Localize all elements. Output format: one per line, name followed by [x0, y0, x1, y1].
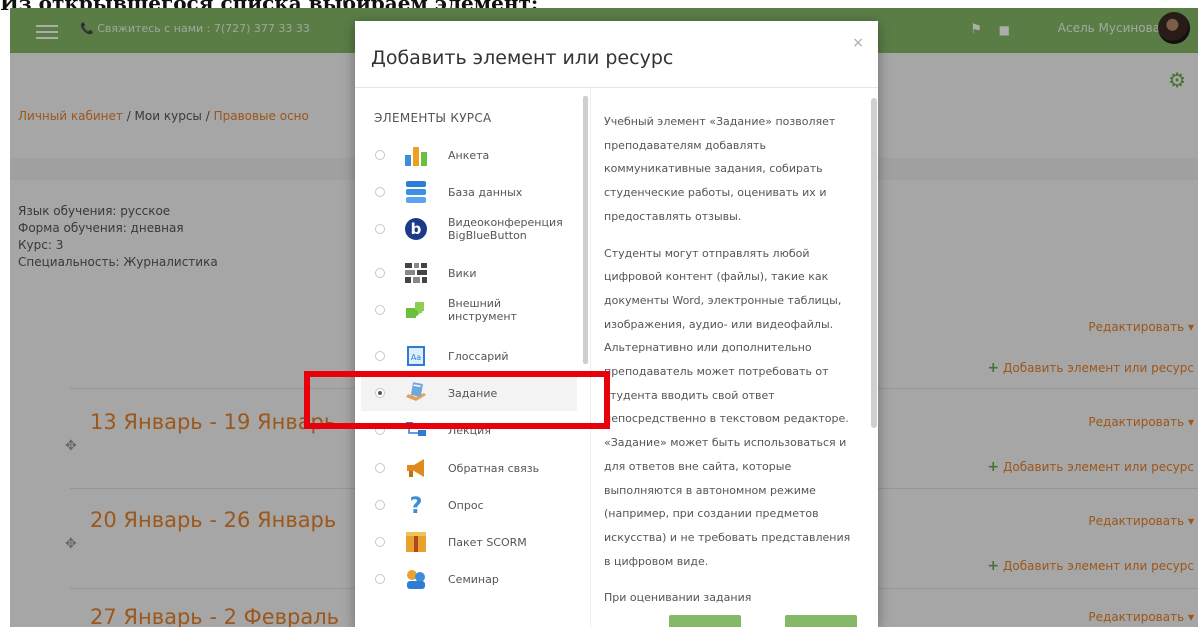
activity-item-scorm[interactable]: Пакет SCORM [361, 526, 577, 560]
browser-screenshot: 📞 Свяжитесь с нами : 7(727) 377 33 33 ⚑ … [10, 8, 1198, 627]
activity-label-line1: Видеоконференция [448, 216, 563, 229]
activity-item-database[interactable]: База данных [361, 176, 577, 210]
activity-label: Видеоконференция BigBlueButton [448, 216, 563, 242]
description-paragraph: Студенты могут отправлять любой цифровой… [604, 246, 851, 568]
description-paragraph: Учебный элемент «Задание» позволяет преп… [604, 115, 836, 223]
bigbluebutton-icon: b [405, 218, 427, 240]
activity-label-line2: BigBlueButton [448, 229, 527, 242]
question-icon: ? [410, 494, 423, 517]
activity-radio[interactable] [375, 463, 385, 473]
glossary-icon: Aa [407, 346, 425, 366]
activity-label: Семинар [448, 573, 499, 586]
description-text: Учебный элемент «Задание» позволяет преп… [604, 110, 854, 623]
activity-radio[interactable] [375, 537, 385, 547]
activity-label-line2: инструмент [448, 310, 517, 323]
close-icon[interactable]: × [852, 35, 864, 51]
wiki-icon [405, 263, 427, 283]
description-scrollbar[interactable] [871, 98, 877, 428]
svg-text:?: ? [410, 494, 423, 517]
activity-radio[interactable] [375, 187, 385, 197]
activity-label: Вики [448, 267, 477, 280]
activity-label: Опрос [448, 499, 484, 512]
add-activity-dialog: Добавить элемент или ресурс × ЭЛЕМЕНТЫ К… [355, 21, 878, 627]
activity-radio[interactable] [375, 224, 385, 234]
megaphone-icon [407, 459, 424, 477]
activity-label-line1: Внешний [448, 297, 502, 310]
workshop-icon [407, 570, 425, 589]
activity-label: Анкета [448, 149, 490, 162]
svg-text:b: b [411, 220, 422, 238]
database-icon [406, 181, 426, 203]
svg-text:Aa: Aa [411, 353, 421, 362]
activity-radio[interactable] [375, 305, 385, 315]
cancel-button[interactable] [785, 615, 857, 627]
activity-item-external-tool[interactable]: Внешний инструмент [361, 294, 577, 328]
activity-item-feedback[interactable]: Обратная связь [361, 452, 577, 486]
activity-item-bigbluebutton[interactable]: b Видеоконференция BigBlueButton [361, 213, 577, 247]
activity-list-scrollbar[interactable] [583, 96, 588, 364]
activity-radio[interactable] [375, 574, 385, 584]
activity-item-choice[interactable]: ? Опрос [361, 489, 577, 523]
add-button[interactable] [669, 615, 741, 627]
activity-radio[interactable] [375, 150, 385, 160]
package-icon [406, 532, 426, 552]
activity-label: Обратная связь [448, 462, 540, 475]
description-paragraph: При оценивании задания [604, 591, 752, 605]
activity-label: Пакет SCORM [448, 536, 527, 549]
chart-icon [405, 147, 427, 166]
dialog-title: Добавить элемент или ресурс [371, 47, 674, 69]
activity-item-anketa[interactable]: Анкета [361, 139, 577, 173]
activity-label: База данных [448, 186, 523, 199]
activity-radio[interactable] [375, 268, 385, 278]
puzzle-icon [406, 302, 424, 318]
activity-item-workshop[interactable]: Семинар [361, 563, 577, 597]
activity-label: Внешний инструмент [448, 297, 517, 323]
activity-label: Глоссарий [448, 350, 509, 363]
activity-description: Учебный элемент «Задание» позволяет преп… [590, 88, 878, 627]
activity-list-heading: ЭЛЕМЕНТЫ КУРСА [374, 111, 492, 125]
activity-radio[interactable] [375, 500, 385, 510]
activity-list: ЭЛЕМЕНТЫ КУРСА Анкета База данных b Виде… [355, 88, 590, 627]
activity-radio[interactable] [375, 351, 385, 361]
activity-item-glossary[interactable]: Aa Глоссарий [361, 340, 577, 374]
activity-item-wiki[interactable]: Вики [361, 257, 577, 291]
highlight-box [304, 371, 610, 429]
